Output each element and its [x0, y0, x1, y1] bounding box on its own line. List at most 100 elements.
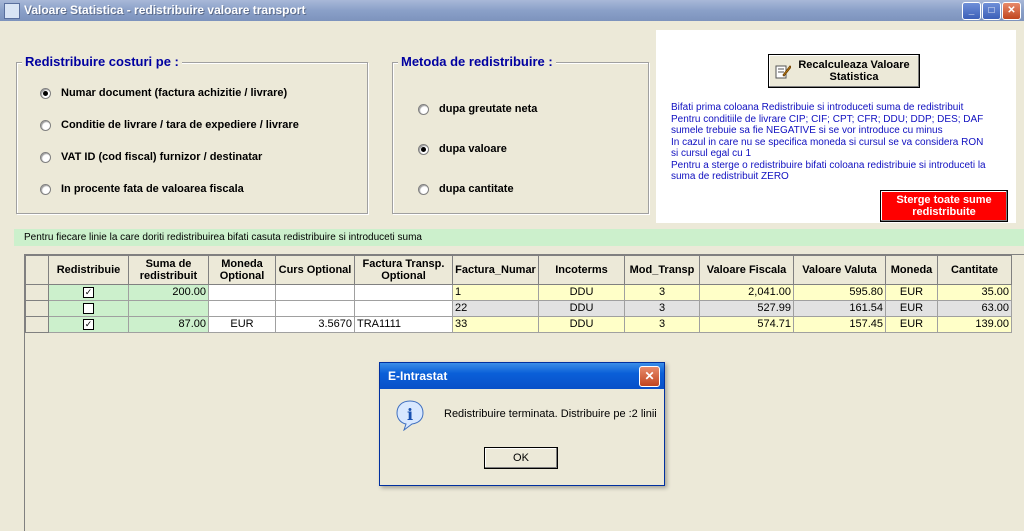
redistribuie-cell[interactable] — [48, 300, 129, 317]
column-header[interactable]: Incoterms — [538, 255, 625, 285]
radio-button[interactable] — [40, 151, 51, 163]
incoterms-cell: DDU — [538, 284, 625, 301]
dialog-close-button[interactable]: ✕ — [639, 366, 660, 387]
minimize-button[interactable]: _ — [962, 2, 981, 20]
info-line: Bifati prima coloana Redistribuie si int… — [671, 102, 964, 113]
info-icon: i — [396, 400, 424, 431]
window-title-bar: Valoare Statistica - redistribuire valoa… — [0, 0, 1024, 21]
info-line: In cazul in care nu se specifica moneda … — [671, 136, 984, 148]
val-fiscala-cell: 2,041.00 — [699, 284, 794, 301]
row-selector[interactable] — [25, 316, 49, 333]
info-glyph: i — [407, 405, 413, 424]
radio-label: dupa valoare — [439, 143, 507, 155]
factura-transp-cell[interactable]: TRA1111 — [354, 316, 453, 333]
moneda-optional-cell[interactable]: EUR — [208, 316, 276, 333]
mod-transp-cell: 3 — [624, 284, 700, 301]
suma-cell[interactable] — [128, 300, 209, 317]
dialog-message: Redistribuire terminata. Distribuire pe … — [444, 408, 657, 420]
info-line: suma de redistribuit ZERO — [671, 171, 789, 182]
mod-transp-cell: 3 — [624, 300, 700, 317]
mod-transp-cell: 3 — [624, 316, 700, 333]
factura-transp-cell[interactable] — [354, 284, 453, 301]
app-icon — [4, 3, 20, 19]
column-header[interactable]: Mod_Transp — [624, 255, 700, 285]
close-button[interactable]: ✕ — [1002, 2, 1021, 20]
cantitate-cell: 139.00 — [937, 316, 1012, 333]
message-dialog: E-Intrastat ✕ i Redistribuire terminata.… — [379, 362, 665, 486]
radio-option[interactable]: Numar document (factura achizitie / livr… — [40, 87, 287, 99]
info-text: Bifati prima coloana Redistribuie si int… — [671, 102, 1011, 183]
factura-nr-cell: 33 — [452, 316, 539, 333]
recalculate-button-label: Recalculeaza Valoare Statistica — [798, 59, 910, 83]
radio-label: In procente fata de valoarea fiscala — [61, 183, 244, 195]
radio-button[interactable] — [40, 87, 51, 99]
radio-option[interactable]: dupa cantitate — [418, 183, 514, 195]
factura-nr-cell: 1 — [452, 284, 539, 301]
val-valuta-cell: 157.45 — [793, 316, 886, 333]
row-selector[interactable] — [25, 300, 49, 317]
radio-option[interactable]: dupa greutate neta — [418, 103, 537, 115]
costs-group-title: Redistribuire costuri pe : — [22, 54, 182, 69]
info-panel: Recalculeaza Valoare Statistica Bifati p… — [656, 30, 1016, 223]
column-header[interactable]: Valoare Valuta — [793, 255, 886, 285]
radio-button[interactable] — [40, 119, 51, 131]
radio-option[interactable]: VAT ID (cod fiscal) furnizor / destinata… — [40, 151, 262, 163]
suma-cell[interactable]: 200.00 — [128, 284, 209, 301]
radio-button[interactable] — [418, 103, 429, 115]
redistribuie-cell[interactable]: ✓ — [48, 316, 129, 333]
redistribuie-cell[interactable]: ✓ — [48, 284, 129, 301]
info-line: si cursul egal cu 1 — [671, 148, 752, 159]
redistribuie-checkbox[interactable] — [83, 302, 94, 314]
radio-label: Conditie de livrare / tara de expediere … — [61, 119, 299, 131]
radio-label: VAT ID (cod fiscal) furnizor / destinata… — [61, 151, 263, 163]
incoterms-cell: DDU — [538, 316, 625, 333]
column-header[interactable]: Valoare Fiscala — [699, 255, 794, 285]
column-header[interactable]: Curs Optional — [275, 255, 355, 285]
dialog-title: E-Intrastat — [380, 363, 664, 389]
method-group-title: Metoda de redistribuire : — [398, 54, 556, 69]
curs-cell[interactable]: 3.5670 — [275, 316, 355, 333]
moneda-optional-cell[interactable] — [208, 284, 276, 301]
column-header[interactable]: Moneda — [885, 255, 938, 285]
info-line: sumele trebuie sa fie NEGATIVE si se vor… — [671, 125, 943, 136]
moneda-cell: EUR — [885, 316, 938, 333]
factura-transp-cell[interactable] — [354, 300, 453, 317]
recalculate-button[interactable]: Recalculeaza Valoare Statistica — [768, 54, 920, 88]
radio-option[interactable]: dupa valoare — [418, 143, 507, 155]
column-header[interactable]: Suma de redistribuit — [128, 255, 209, 285]
maximize-button[interactable]: □ — [982, 2, 1001, 20]
column-header[interactable]: Moneda Optional — [208, 255, 276, 285]
column-header[interactable]: Cantitate — [937, 255, 1012, 285]
moneda-cell: EUR — [885, 300, 938, 317]
suma-cell[interactable]: 87.00 — [128, 316, 209, 333]
column-header[interactable]: Redistribuie — [48, 255, 129, 285]
row-selector[interactable] — [25, 284, 49, 301]
incoterms-cell: DDU — [538, 300, 625, 317]
column-header[interactable]: Factura_Numar — [452, 255, 539, 285]
cantitate-cell: 35.00 — [937, 284, 1012, 301]
val-valuta-cell: 595.80 — [793, 284, 886, 301]
radio-option[interactable]: In procente fata de valoarea fiscala — [40, 183, 244, 195]
delete-all-button[interactable]: Sterge toate sume redistribuite — [880, 190, 1008, 222]
radio-label: dupa cantitate — [439, 183, 514, 195]
redistribuie-checkbox[interactable]: ✓ — [83, 318, 94, 330]
column-header[interactable]: Factura Transp. Optional — [354, 255, 453, 285]
edit-document-icon — [775, 65, 791, 79]
radio-button[interactable] — [40, 183, 51, 195]
val-fiscala-cell: 527.99 — [699, 300, 794, 317]
table-row: ✓ 87.00 EUR 3.5670 TRA1111 33 DDU 3 574.71 157.45… — [25, 316, 1012, 333]
moneda-cell: EUR — [885, 284, 938, 301]
radio-label: Numar document (factura achizitie / livr… — [61, 87, 288, 99]
table-row: 22 DDU 3 527.99 161.54 EUR 63.00 — [25, 300, 1012, 317]
radio-button[interactable] — [418, 143, 429, 155]
curs-cell[interactable] — [275, 300, 355, 317]
moneda-optional-cell[interactable] — [208, 300, 276, 317]
radio-button[interactable] — [418, 183, 429, 195]
val-valuta-cell: 161.54 — [793, 300, 886, 317]
dialog-ok-button[interactable]: OK — [484, 447, 558, 469]
redistribuie-checkbox[interactable]: ✓ — [83, 286, 94, 298]
radio-option[interactable]: Conditie de livrare / tara de expediere … — [40, 119, 299, 131]
cantitate-cell: 63.00 — [937, 300, 1012, 317]
curs-cell[interactable] — [275, 284, 355, 301]
data-table: Redistribuie Suma de redistribuit Moneda O… — [25, 255, 1012, 333]
